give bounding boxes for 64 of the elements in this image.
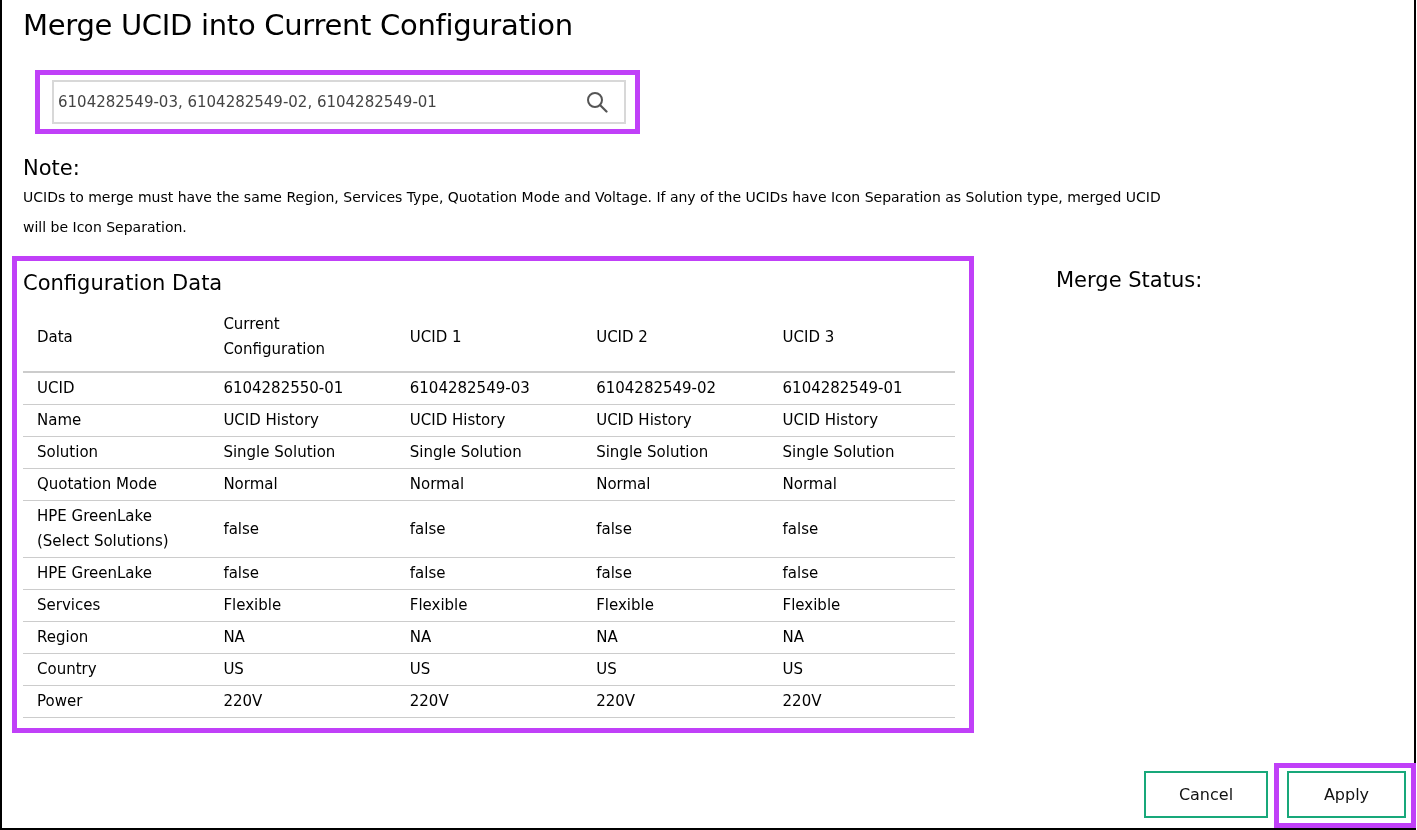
table-cell: US [409,660,431,678]
row-label: Solution [37,443,99,461]
table-cell: UCID History [409,411,506,429]
table-cell: false [782,519,819,538]
section-heading: Configuration Data [23,271,224,295]
table-cell: false [409,519,446,538]
table-cell: false [223,519,260,538]
table-cell: Flexible [223,596,282,614]
row-label: Name [37,411,82,429]
merge-status-heading: Merge Status: [1056,268,1203,292]
column-header: Current Configuration [223,315,326,358]
column-header: UCID 3 [782,327,835,346]
column-header: Data [37,327,73,346]
table-cell: false [596,519,632,538]
dialog-button[interactable]: Cancel [1144,771,1268,818]
table-cell: Normal [596,475,651,493]
row-label: UCID [37,379,75,397]
table-cell: 220V [223,692,263,710]
table-cell: 6104282549-02 [596,379,717,397]
table-cell: NA [782,628,805,646]
table-cell: Single Solution [596,443,709,461]
table-cell: false [596,564,632,582]
table-cell: false [223,564,260,582]
row-label: Quotation Mode [37,475,157,493]
search-icon[interactable] [586,91,608,113]
table-cell: Flexible [409,596,468,614]
table-cell: 220V [596,692,636,710]
table-cell: US [596,660,617,678]
table-cell: Single Solution [409,443,522,461]
table-cell: NA [223,628,245,646]
dialog-title: Merge UCID into Current Configuration [23,7,574,44]
dialog-button[interactable]: Apply [1287,771,1406,818]
table-cell: NA [596,628,618,646]
row-label: HPE GreenLake [37,564,152,582]
table-cell: false [782,564,819,582]
table-cell: UCID History [223,411,319,429]
search-field[interactable]: 6104282549-03, 6104282549-02, 6104282549-01 [52,80,626,124]
table-cell: 6104282549-03 [409,379,530,397]
table-cell: 220V [782,692,822,710]
note-heading: Note: [23,156,81,180]
row-label: Power [37,692,83,710]
table-cell: Flexible [596,596,654,614]
table-cell: 220V [409,692,449,710]
table-cell: 6104282549-01 [782,379,903,397]
table-cell: UCID History [596,411,692,429]
column-header: UCID 1 [409,327,462,346]
table-cell: 6104282550-01 [223,379,344,397]
table-cell: false [409,564,446,582]
table-cell: Normal [223,475,278,493]
row-label: Services [37,596,101,614]
table-cell: Normal [409,475,465,493]
row-label: Region [37,628,89,646]
table-cell: Single Solution [782,443,895,461]
note-text: UCIDs to merge must have the same Region, Services Type, Quotation Mode and Voltage. If any of the UCIDs have Icon Separation as Solution type, merged UCID will be Icon Separation. [23,188,1162,237]
table-cell: Normal [782,475,837,493]
row-label: Country [37,660,97,678]
table-cell: US [223,660,244,678]
table-cell: NA [409,628,432,646]
table-cell: UCID History [782,411,879,429]
row-label: HPE GreenLake (Select Solutions) [37,507,169,550]
column-header: UCID 2 [596,327,648,346]
table-cell: US [782,660,804,678]
table-cell: Flexible [782,596,841,614]
table-cell: Single Solution [223,443,336,461]
